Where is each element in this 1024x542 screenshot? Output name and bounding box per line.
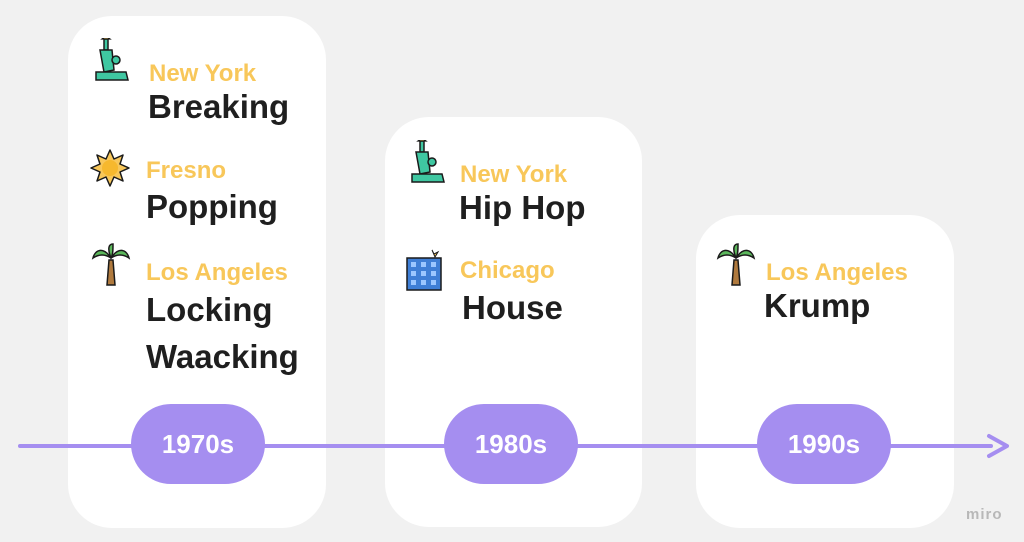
decade-pill-1990s: 1990s bbox=[757, 404, 891, 484]
dance-label: Hip Hop bbox=[459, 189, 586, 226]
city-label: Los Angeles bbox=[766, 259, 908, 286]
office-building-icon bbox=[406, 249, 442, 291]
dance-label: Waacking bbox=[146, 338, 299, 375]
statue-of-liberty-icon bbox=[95, 38, 129, 81]
dance-label: Popping bbox=[146, 188, 278, 225]
palm-tree-icon bbox=[91, 243, 131, 286]
miro-watermark: miro bbox=[966, 506, 1003, 523]
timeline-arrow-icon bbox=[987, 434, 1009, 458]
decade-pill-1980s: 1980s bbox=[444, 404, 578, 484]
dance-label: House bbox=[462, 289, 563, 326]
dance-label: Breaking bbox=[148, 88, 290, 125]
palm-tree-icon bbox=[716, 243, 756, 286]
city-label: New York bbox=[460, 161, 568, 188]
sun-icon bbox=[90, 149, 130, 187]
decade-pill-1970s: 1970s bbox=[131, 404, 265, 484]
statue-of-liberty-icon bbox=[411, 140, 445, 183]
dance-label: Krump bbox=[764, 287, 871, 324]
dance-label: Locking bbox=[146, 291, 273, 328]
city-label: Chicago bbox=[460, 257, 555, 284]
city-label: New York bbox=[149, 60, 257, 87]
city-label: Los Angeles bbox=[146, 259, 288, 286]
city-label: Fresno bbox=[146, 157, 227, 184]
